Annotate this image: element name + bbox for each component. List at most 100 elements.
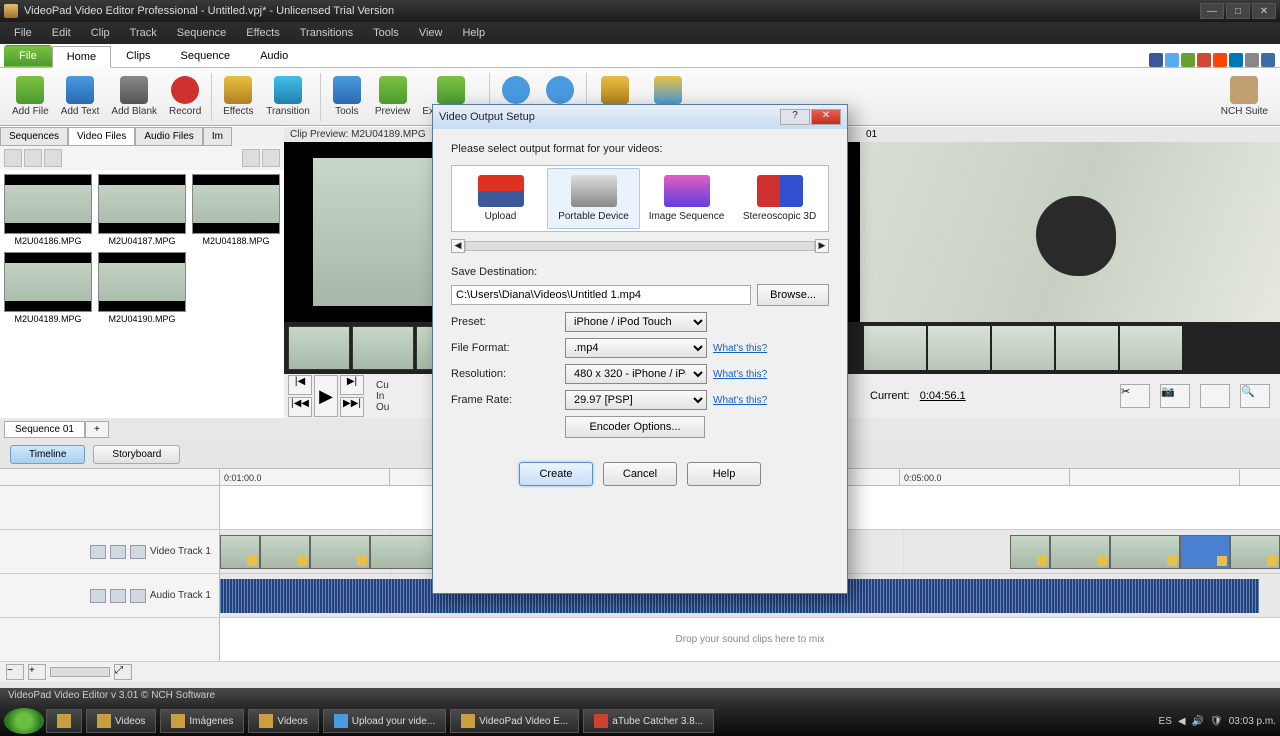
stumble-icon[interactable] — [1213, 53, 1227, 67]
dialog-close-button[interactable]: ✕ — [811, 109, 841, 125]
slider-left-icon[interactable]: ◀ — [451, 239, 465, 253]
record-button[interactable]: Record — [163, 74, 207, 119]
seq-current-time[interactable]: 0:04:56.1 — [920, 390, 966, 402]
add-text-button[interactable]: Add Text — [55, 74, 106, 119]
play-button[interactable]: ▶ — [314, 375, 338, 417]
next-frame-button[interactable]: ▶| — [340, 375, 364, 395]
tab-audio[interactable]: Audio — [245, 45, 303, 67]
output-slider[interactable]: ◀ ▶ — [451, 238, 829, 254]
browse-button[interactable]: Browse... — [757, 284, 829, 306]
menu-track[interactable]: Track — [120, 25, 167, 41]
menu-sequence[interactable]: Sequence — [167, 25, 237, 41]
tab-home[interactable]: Home — [52, 46, 111, 68]
help-icon[interactable] — [1261, 53, 1275, 67]
output-stereoscopic[interactable]: Stereoscopic 3D — [733, 168, 826, 229]
whats-this-link[interactable]: What's this? — [713, 395, 767, 406]
menu-transitions[interactable]: Transitions — [290, 25, 363, 41]
start-button[interactable]: |◀◀ — [288, 397, 312, 417]
video-eye-icon[interactable] — [90, 545, 106, 559]
storyboard-view-button[interactable]: Storyboard — [93, 445, 180, 464]
add-file-button[interactable]: Add File — [6, 74, 55, 119]
taskbar-item[interactable]: Imágenes — [160, 709, 244, 733]
timeline-view-button[interactable]: Timeline — [10, 445, 85, 464]
share-icon[interactable] — [1181, 53, 1195, 67]
media-next-icon[interactable] — [44, 149, 62, 167]
seq-filmstrip[interactable] — [860, 322, 1280, 374]
tray-icon[interactable]: 🔊 — [1192, 716, 1204, 727]
output-upload[interactable]: Upload — [454, 168, 547, 229]
taskbar-item[interactable]: VideoPad Video E... — [450, 709, 579, 733]
video-fx-icon[interactable] — [130, 545, 146, 559]
maximize-button[interactable]: □ — [1226, 3, 1250, 19]
add-blank-button[interactable]: Add Blank — [105, 74, 163, 119]
more-icon[interactable] — [1245, 53, 1259, 67]
nch-suite-button[interactable]: NCH Suite — [1215, 74, 1274, 119]
menu-clip[interactable]: Clip — [81, 25, 120, 41]
gplus-icon[interactable] — [1197, 53, 1211, 67]
menu-edit[interactable]: Edit — [42, 25, 81, 41]
tab-file[interactable]: File — [4, 45, 52, 67]
menu-effects[interactable]: Effects — [236, 25, 289, 41]
output-image-sequence[interactable]: Image Sequence — [640, 168, 733, 229]
render-button[interactable] — [1200, 384, 1230, 408]
linkedin-icon[interactable] — [1229, 53, 1243, 67]
add-sequence-button[interactable]: + — [85, 421, 109, 438]
taskbar-item[interactable] — [46, 709, 82, 733]
media-grid-icon[interactable] — [242, 149, 260, 167]
menu-file[interactable]: File — [4, 25, 42, 41]
save-path-input[interactable] — [451, 285, 751, 305]
media-add-icon[interactable] — [4, 149, 22, 167]
encoder-options-button[interactable]: Encoder Options... — [565, 416, 705, 438]
resolution-select[interactable]: 480 x 320 - iPhone / iPod To — [565, 364, 707, 384]
taskbar-item[interactable]: Videos — [86, 709, 156, 733]
preset-select[interactable]: iPhone / iPod Touch — [565, 312, 707, 332]
audio-mute-icon[interactable] — [90, 589, 106, 603]
tab-video-files[interactable]: Video Files — [68, 127, 135, 146]
tray-icon[interactable]: 🛡 — [1210, 716, 1223, 727]
tab-clips[interactable]: Clips — [111, 45, 165, 67]
zoom-slider[interactable] — [50, 667, 110, 677]
dialog-help-button[interactable]: ? — [780, 109, 810, 125]
audio-lock-icon[interactable] — [110, 589, 126, 603]
media-list-icon[interactable] — [262, 149, 280, 167]
clip-item[interactable]: M2U04188.MPG — [192, 174, 280, 246]
tab-sequences[interactable]: Sequences — [0, 127, 68, 146]
clip-item[interactable]: M2U04190.MPG — [98, 252, 186, 324]
video-lock-icon[interactable] — [110, 545, 126, 559]
file-format-select[interactable]: .mp4 — [565, 338, 707, 358]
dialog-titlebar[interactable]: Video Output Setup ? ✕ — [433, 105, 847, 129]
tab-sequence[interactable]: Sequence — [166, 45, 246, 67]
taskbar-item[interactable]: Upload your vide... — [323, 709, 446, 733]
sound-drop[interactable]: Drop your sound clips here to mix — [220, 618, 1280, 661]
clock[interactable]: 03:03 p.m. — [1229, 716, 1276, 727]
preview-button[interactable]: Preview — [369, 74, 417, 119]
system-tray[interactable]: ES ◀ 🔊 🛡 03:03 p.m. — [1159, 716, 1276, 727]
output-portable-device[interactable]: Portable Device — [547, 168, 640, 229]
whats-this-link[interactable]: What's this? — [713, 343, 767, 354]
audio-fx-icon[interactable] — [130, 589, 146, 603]
start-button[interactable] — [4, 708, 44, 734]
facebook-icon[interactable] — [1149, 53, 1163, 67]
whats-this-link[interactable]: What's this? — [713, 369, 767, 380]
snapshot-button[interactable]: 📷 — [1160, 384, 1190, 408]
frame-rate-select[interactable]: 29.97 [PSP] — [565, 390, 707, 410]
zoom-out-icon[interactable]: − — [6, 664, 24, 680]
menu-view[interactable]: View — [409, 25, 453, 41]
taskbar-item[interactable]: aTube Catcher 3.8... — [583, 709, 714, 733]
zoom-in-button[interactable]: 🔍 — [1240, 384, 1270, 408]
cancel-button[interactable]: Cancel — [603, 462, 677, 486]
effects-button[interactable]: Effects — [216, 74, 260, 119]
prev-frame-button[interactable]: |◀ — [288, 375, 312, 395]
twitter-icon[interactable] — [1165, 53, 1179, 67]
end-button[interactable]: ▶▶| — [340, 397, 364, 417]
tools-button[interactable]: Tools — [325, 74, 369, 119]
close-button[interactable]: ✕ — [1252, 3, 1276, 19]
clip-item[interactable]: M2U04187.MPG — [98, 174, 186, 246]
help-button[interactable]: Help — [687, 462, 761, 486]
menu-tools[interactable]: Tools — [363, 25, 409, 41]
taskbar-item[interactable]: Videos — [248, 709, 318, 733]
media-prev-icon[interactable] — [24, 149, 42, 167]
clip-item[interactable]: M2U04186.MPG — [4, 174, 92, 246]
minimize-button[interactable]: — — [1200, 3, 1224, 19]
clip-item[interactable]: M2U04189.MPG — [4, 252, 92, 324]
